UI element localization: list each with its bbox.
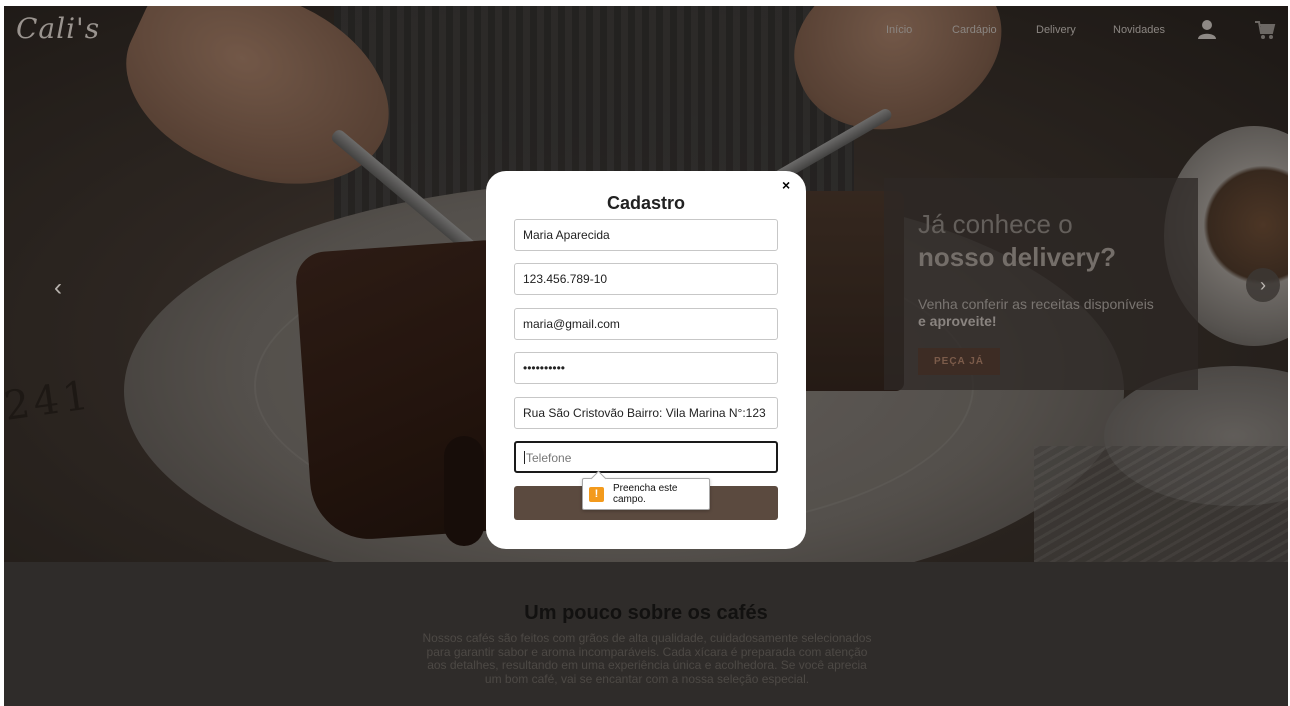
validation-tooltip: ! Preencha este campo. xyxy=(582,478,710,510)
nav-link-inicio[interactable]: Início xyxy=(886,24,912,36)
order-now-button[interactable]: PEÇA JÁ xyxy=(918,348,1000,375)
user-icon[interactable] xyxy=(1196,18,1218,40)
delivery-promo-card: Já conhece o nosso delivery? Venha confe… xyxy=(884,178,1198,390)
chevron-right-icon: › xyxy=(1260,275,1266,295)
signup-modal: × Cadastro Maria Aparecida 123.456.789-1… xyxy=(486,171,806,549)
about-text: Nossos cafés são feitos com grãos de alt… xyxy=(422,631,872,686)
promo-text: Venha conferir as receitas disponíveis e… xyxy=(918,296,1154,329)
promo-title: Já conhece o nosso delivery? xyxy=(918,209,1116,272)
carousel-next-button[interactable]: › xyxy=(1246,268,1280,302)
email-field[interactable]: maria@gmail.com xyxy=(514,308,778,340)
cpf-field[interactable]: 123.456.789-10 xyxy=(514,263,778,295)
about-title: Um pouco sobre os cafés xyxy=(524,602,768,624)
close-icon[interactable]: × xyxy=(782,177,790,193)
text-caret xyxy=(524,451,525,464)
nav-link-novidades[interactable]: Novidades xyxy=(1113,24,1165,36)
modal-title: Cadastro xyxy=(606,193,686,213)
phone-placeholder: Telefone xyxy=(526,451,572,465)
warning-icon: ! xyxy=(589,486,604,502)
nav-link-cardapio[interactable]: Cardápio xyxy=(952,24,997,36)
password-field[interactable]: •••••••••• xyxy=(514,352,778,384)
about-section: Um pouco sobre os cafés Nossos cafés são… xyxy=(4,562,1288,706)
cart-icon[interactable] xyxy=(1254,20,1276,40)
logo[interactable]: Cali's xyxy=(16,12,100,45)
navbar: Cali's Início Cardápio Delivery Novidade… xyxy=(4,6,1288,56)
name-field[interactable]: Maria Aparecida xyxy=(514,219,778,251)
address-field[interactable]: Rua São Cristovão Bairro: Vila Marina N°… xyxy=(514,397,778,429)
carousel-prev-button[interactable]: ‹ xyxy=(44,274,72,308)
nav-link-delivery[interactable]: Delivery xyxy=(1036,24,1076,36)
validation-message: Preencha este campo. xyxy=(613,483,678,505)
phone-field[interactable]: Telefone xyxy=(514,441,778,473)
page: 241 Cali's Início Cardápio Delivery Novi… xyxy=(4,6,1288,706)
chevron-left-icon: ‹ xyxy=(54,274,62,301)
